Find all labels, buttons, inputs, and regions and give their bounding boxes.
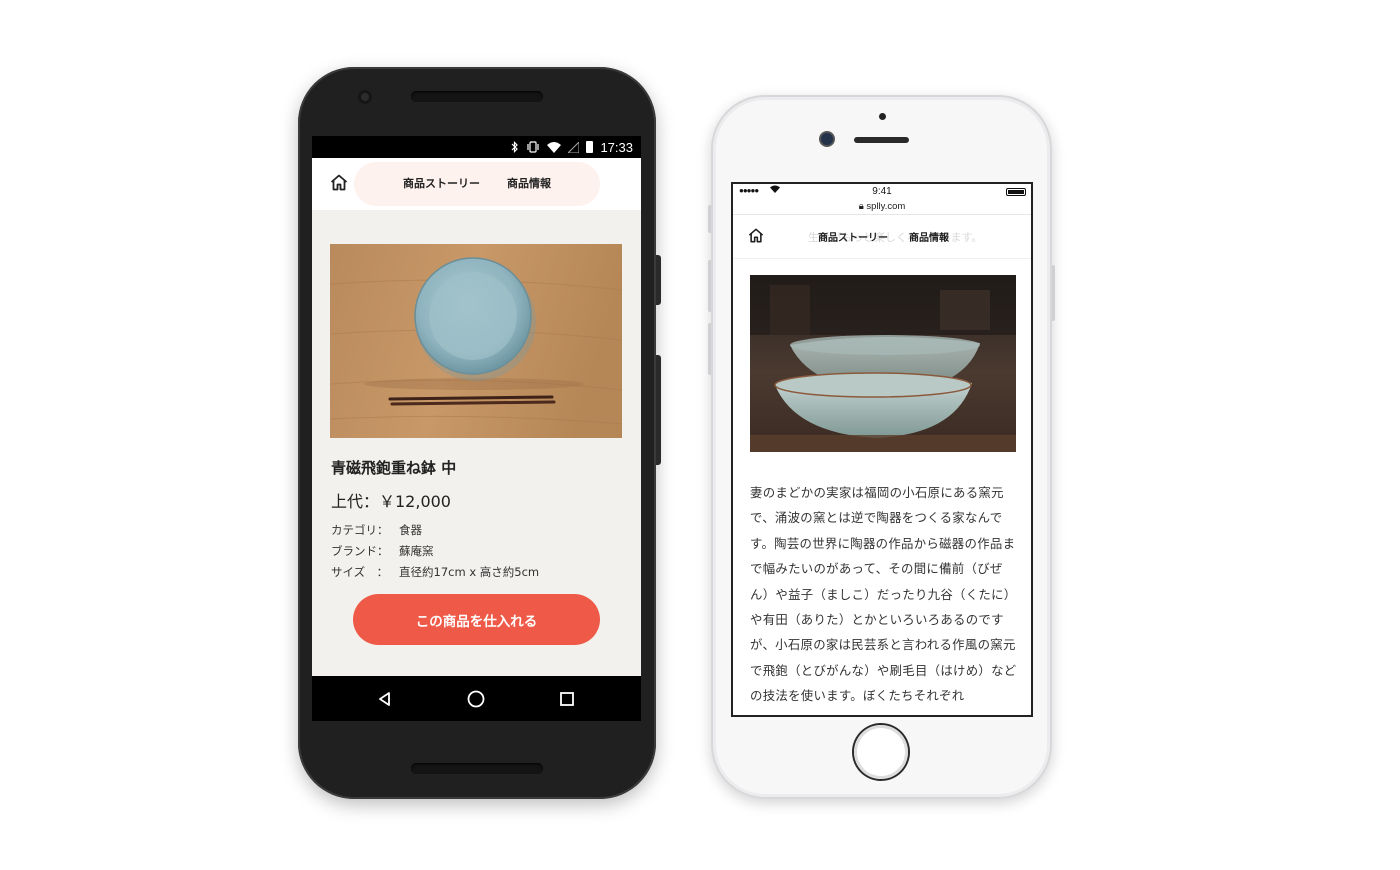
- story-text: 妻のまどかの実家は福岡の小石原にある窯元で、涌波の窯とは逆で陶器をつくる家なんで…: [750, 485, 1017, 704]
- home-circle-icon[interactable]: [456, 676, 496, 721]
- status-bar: ●●●●● 9:41: [733, 184, 1031, 201]
- tab-story[interactable]: 商品ストーリー: [818, 229, 888, 244]
- bottom-speaker: [411, 763, 543, 774]
- proximity-sensor: [879, 113, 886, 120]
- wifi-icon: [547, 141, 562, 153]
- spec-key: サイズ ：: [331, 565, 389, 579]
- product-photo: [330, 244, 622, 438]
- lock-icon: 🔒︎: [858, 201, 864, 212]
- status-time: 17:33: [600, 139, 633, 155]
- spec-value: 直径約17cm x 高さ約5cm: [399, 565, 540, 579]
- product-nav: 生活がもっと楽しくなっています。 商品ストーリー 商品情報: [733, 215, 1031, 259]
- sleep-button: [1052, 265, 1055, 321]
- earpiece-speaker: [411, 91, 543, 102]
- battery-icon: [586, 141, 594, 153]
- spec-key: ブランド：: [331, 544, 389, 558]
- volume-button: [656, 355, 661, 465]
- recents-icon[interactable]: [547, 676, 587, 721]
- front-camera: [821, 133, 833, 145]
- home-button[interactable]: [854, 725, 908, 779]
- android-phone: 17:33 商品ストーリー 商品情報 青磁飛鉋重ね鉢 中 上代：￥12,000 …: [298, 67, 661, 799]
- status-bar: 17:33: [312, 136, 641, 158]
- url-text: splly.com: [866, 201, 906, 212]
- story-photo: [750, 275, 1016, 452]
- spec-value: 蘇庵窯: [399, 544, 434, 558]
- spec-row: サイズ ： 直径約17cm x 高さ約5cm: [331, 564, 539, 580]
- product-price: 上代：￥12,000: [331, 492, 451, 511]
- spec-row: ブランド： 蘇庵窯: [331, 543, 434, 559]
- android-screen: 17:33 商品ストーリー 商品情報 青磁飛鉋重ね鉢 中 上代：￥12,000 …: [312, 136, 641, 721]
- back-icon[interactable]: [365, 676, 405, 721]
- battery-icon: [1006, 188, 1026, 196]
- iphone-screen: ●●●●● 9:41 🔒︎ splly.com 生活がもっと楽しくなっています。…: [731, 182, 1033, 717]
- power-button: [656, 255, 661, 305]
- iphone: ●●●●● 9:41 🔒︎ splly.com 生活がもっと楽しくなっています。…: [708, 95, 1055, 799]
- vibrate-icon: [526, 141, 540, 153]
- product-title: 青磁飛鉋重ね鉢 中: [331, 459, 457, 477]
- cell-signal-icon: [568, 141, 580, 153]
- home-icon[interactable]: [748, 228, 764, 247]
- home-icon[interactable]: [330, 174, 348, 195]
- product-nav: 商品ストーリー 商品情報: [312, 158, 641, 210]
- spec-row: カテゴリ： 食器: [331, 522, 422, 538]
- address-bar[interactable]: 🔒︎ splly.com: [733, 201, 1031, 215]
- volume-down-button: [708, 323, 711, 375]
- status-time: 9:41: [872, 186, 892, 197]
- purchase-button[interactable]: この商品を仕入れる: [353, 594, 600, 645]
- mute-switch: [708, 205, 711, 233]
- front-camera: [358, 90, 372, 104]
- tab-info[interactable]: 商品情報: [507, 175, 551, 191]
- tab-story[interactable]: 商品ストーリー: [403, 175, 480, 191]
- volume-up-button: [708, 260, 711, 312]
- earpiece-speaker: [854, 137, 909, 143]
- spec-value: 食器: [399, 523, 422, 537]
- bluetooth-icon: [511, 141, 519, 153]
- spec-key: カテゴリ：: [331, 523, 389, 537]
- tab-info[interactable]: 商品情報: [909, 229, 949, 244]
- android-nav-bar: [312, 676, 641, 721]
